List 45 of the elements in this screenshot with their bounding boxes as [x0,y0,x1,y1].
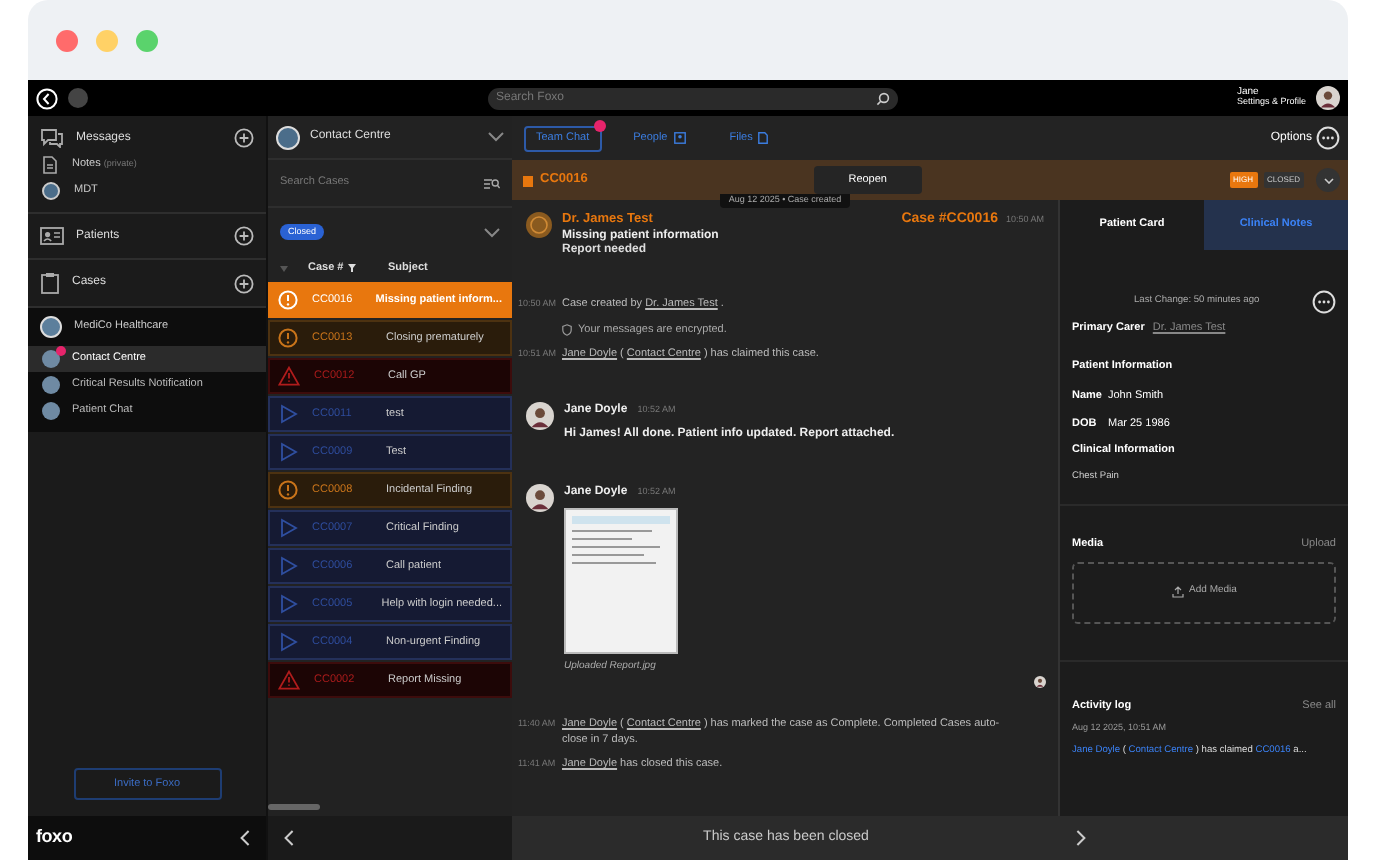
more-options-icon[interactable] [1316,126,1340,150]
scrollbar[interactable] [268,804,320,810]
shield-icon [562,323,572,336]
expand-button[interactable] [1316,168,1340,192]
author-avatar [526,484,554,513]
person-icon [673,132,686,144]
group-avatar-icon [42,182,60,200]
file-icon [758,132,769,144]
group-avatar-icon [276,125,300,149]
filter-search-icon[interactable] [484,177,500,189]
filter-icon [347,264,356,272]
warning-circle-icon [278,479,298,500]
play-icon [278,631,298,652]
warning-triangle-icon [278,669,300,690]
add-circle-icon[interactable] [234,226,254,246]
play-icon [278,593,298,614]
document-icon [42,156,58,174]
search-icon [876,91,890,105]
foxo-logo: foxo [36,824,73,851]
warning-circle-icon [278,327,298,348]
id-card-icon [40,226,64,246]
read-receipt-avatar [1034,675,1046,688]
warning-triangle-icon [278,365,300,386]
play-icon [278,403,298,424]
organisation-avatar [40,316,62,338]
play-icon [278,441,298,462]
back-icon[interactable] [36,87,58,109]
warning-circle-icon [278,289,298,310]
chevron-left-icon[interactable] [240,830,250,846]
upload-icon [1171,586,1184,599]
play-icon [278,517,298,538]
more-options-icon[interactable] [1312,290,1336,314]
add-circle-icon[interactable] [234,128,254,148]
chevron-right-icon[interactable] [1076,830,1086,846]
play-icon [278,555,298,576]
chevron-left-icon[interactable] [284,830,294,846]
user-avatar [1316,86,1340,110]
add-circle-icon[interactable] [234,273,254,293]
chat-bubbles-icon [40,128,64,148]
author-avatar [526,402,554,431]
document-thumbnail[interactable] [564,508,678,655]
chevron-down-icon[interactable] [484,227,500,237]
case-alert-icon [526,211,552,238]
chevron-down-icon [1323,177,1333,183]
chevron-down-icon[interactable] [488,132,504,142]
